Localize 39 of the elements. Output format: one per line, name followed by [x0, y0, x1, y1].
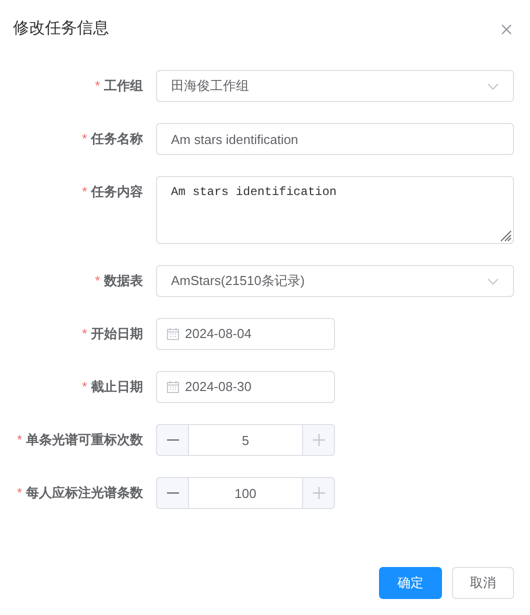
close-button[interactable]	[499, 22, 513, 36]
required-mark: *	[82, 325, 87, 344]
plus-icon	[312, 487, 324, 499]
required-mark: *	[82, 183, 87, 202]
field-label: 任务内容	[91, 183, 143, 202]
field-label: 数据表	[104, 272, 143, 290]
decrement-button[interactable]	[156, 424, 189, 456]
required-mark: *	[94, 272, 100, 290]
number-field[interactable]: 100	[189, 477, 302, 509]
dialog-title: 修改任务信息	[13, 19, 109, 39]
date-field[interactable]: 2024-08-30	[156, 371, 335, 403]
required-mark: *	[16, 431, 22, 450]
confirm-button[interactable]: 确定	[379, 567, 442, 599]
resize-handle-icon[interactable]	[500, 230, 512, 242]
field-label: 截止日期	[91, 378, 143, 396]
calendar-icon	[167, 328, 179, 340]
select-field[interactable]: 田海俊工作组	[156, 70, 514, 102]
cancel-button[interactable]: 取消	[452, 567, 514, 599]
field-label: 单条光谱可重标次数	[26, 431, 143, 450]
date-field[interactable]: 2024-08-04	[156, 318, 335, 350]
plus-icon	[312, 434, 324, 446]
minus-icon	[166, 492, 178, 494]
required-mark: *	[94, 77, 100, 96]
close-icon	[500, 24, 512, 34]
text-field[interactable]: Am stars identification	[156, 123, 514, 155]
calendar-icon	[167, 381, 179, 393]
required-mark: *	[82, 130, 87, 148]
select-field[interactable]: AmStars(21510条记录)	[156, 265, 514, 297]
field-label: 任务名称	[91, 130, 143, 148]
field-label: 开始日期	[91, 325, 143, 344]
decrement-button[interactable]	[156, 477, 189, 509]
field-label: 每人应标注光谱条数	[26, 484, 143, 502]
chevron-down-icon	[487, 82, 499, 90]
minus-icon	[166, 439, 178, 441]
chevron-down-icon	[487, 278, 499, 284]
required-mark: *	[82, 378, 87, 396]
textarea-field[interactable]: Am stars identification	[156, 176, 514, 244]
required-mark: *	[16, 484, 22, 502]
field-label: 工作组	[104, 77, 143, 96]
